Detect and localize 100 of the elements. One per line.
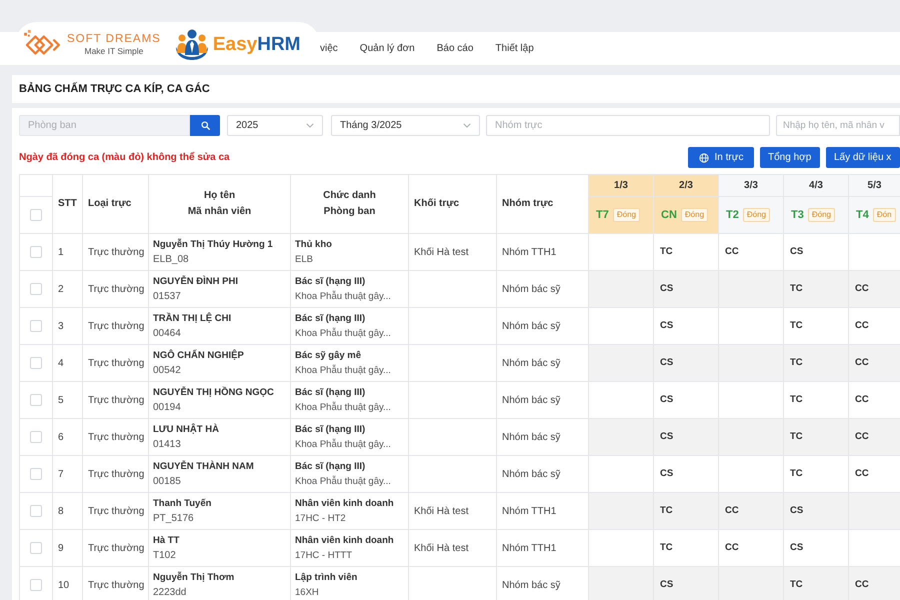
product-logo-text: EasyHRM [212,34,301,56]
shift-cell[interactable]: TC [784,566,848,600]
department-name: Khoa Phẫu thuật gây... [295,364,392,378]
department-field[interactable]: Phòng ban [19,115,190,136]
company-tagline: Make IT Simple [84,46,144,56]
closed-badge: Đóng [808,208,835,222]
shift-cell[interactable]: CC [848,308,900,344]
employee-code: ELB_08 [153,253,190,267]
checkbox[interactable] [30,246,42,258]
action-button[interactable]: Tổng hợp [760,147,820,168]
table-cell: 3 [52,308,82,344]
shift-cell[interactable]: CC [848,566,900,600]
chevron-down-icon [463,123,471,128]
shift-cell[interactable]: TC [654,492,718,530]
duty-group-field[interactable]: Nhóm trực [486,115,770,136]
checkbox[interactable] [30,542,42,554]
employee-name: NGUYỄN ĐÌNH PHI [153,274,239,289]
shift-cell[interactable]: TC [654,234,718,270]
checkbox[interactable] [30,357,42,369]
shift-cell[interactable]: CS [784,234,848,270]
checkbox[interactable] [30,505,42,517]
shift-cell[interactable]: TC [784,382,848,418]
nav-item[interactable]: Thiết lập [495,41,534,56]
nav-item[interactable]: Quản lý đơn [360,41,415,56]
shift-cell[interactable] [718,418,784,456]
date-header: 2/3 [654,174,718,196]
table-cell: Trực thường [82,492,148,530]
shift-cell[interactable] [718,270,784,308]
shift-cell[interactable]: TC [784,308,848,344]
shift-cell[interactable]: TC [784,456,848,492]
shift-cell[interactable]: CS [654,382,718,418]
search-field[interactable]: Nhập họ tên, mã nhân v [776,115,900,136]
employee-code: 00464 [153,327,182,341]
closed-badge: Đóng [612,208,640,222]
nav-item[interactable]: việc [320,41,338,56]
department-name: Khoa Phẫu thuật gây... [295,326,392,341]
employee-code: 01413 [153,438,182,452]
shift-cell[interactable]: CS [784,492,848,530]
checkbox[interactable] [30,579,42,591]
checkbox[interactable] [30,394,42,406]
checkbox[interactable] [30,320,42,332]
search-icon [200,121,210,130]
table-cell: Trực thường [82,456,148,492]
shift-cell[interactable] [718,344,784,382]
weekday-label: T2 [726,208,739,223]
action-button[interactable]: Lấy dữ liệu x [826,147,900,168]
action-button[interactable]: In trực [688,147,754,168]
shift-cell[interactable]: CC [718,234,784,270]
shift-cell[interactable] [588,492,654,530]
table-cell: Trực thường [82,344,148,382]
department-name: 17HC - HTTT [295,549,353,563]
nav-item[interactable]: Báo cáo [436,41,474,56]
checkbox[interactable] [30,431,42,443]
shift-cell[interactable] [588,566,654,600]
shift-cell[interactable]: TC [654,530,718,566]
shift-cell[interactable]: CC [848,418,900,456]
column-header: STT [52,174,82,234]
table-cell: 4 [52,344,82,382]
shift-cell[interactable]: CS [654,344,718,382]
job-title: Bác sĩ (hạng III) [295,460,366,474]
shift-cell[interactable]: TC [784,270,848,308]
shift-cell[interactable]: TC [784,418,848,456]
notice-text: Ngày đã đóng ca (màu đỏ) không thể sửa ca [19,150,230,165]
shift-cell[interactable] [718,566,784,600]
employee-name: LƯU NHẬT HÀ [153,422,220,437]
checkbox[interactable] [30,283,42,295]
checkbox[interactable] [30,209,42,221]
shift-cell[interactable]: CS [654,418,718,456]
shift-cell[interactable]: CC [848,382,900,418]
shift-cell[interactable]: CS [654,566,718,600]
month-select[interactable]: Tháng 3/2025 [331,115,480,136]
job-title: Bác sĩ (hạng III) [295,423,366,437]
column-header: Loại trực [82,174,148,234]
shift-cell[interactable]: TC [784,344,848,382]
shift-cell[interactable] [588,418,654,456]
shift-cell[interactable]: CS [654,456,718,492]
table-cell: Trực thường [82,270,148,308]
shift-cell[interactable]: CS [654,270,718,308]
table-cell: Nhóm bác sỹ [496,308,588,344]
employee-name: Nguyễn Thị Thúy Hường 1 [153,238,274,252]
table-cell: Khối Hà test [408,530,496,566]
shift-cell[interactable] [848,492,900,530]
search-button[interactable] [190,115,220,136]
shift-cell[interactable]: CC [848,456,900,492]
weekday-label: CN [661,208,677,223]
job-title: Bác sỹ gây mê [295,349,362,363]
year-select[interactable]: 2025 [227,115,323,136]
shift-cell[interactable]: CC [718,492,784,530]
job-title: Bác sĩ (hạng III) [295,386,366,400]
shift-cell[interactable]: CC [718,530,784,566]
shift-cell[interactable]: CS [654,308,718,344]
people-logo-icon [174,28,210,60]
shift-cell[interactable]: CC [848,344,900,382]
table-cell: Trực thường [82,308,148,344]
checkbox[interactable] [30,468,42,480]
job-title: Bác sĩ (hạng III) [295,312,366,326]
shift-cell[interactable] [588,270,654,308]
shift-cell[interactable]: CC [848,270,900,308]
shift-cell[interactable] [588,344,654,382]
shift-cell[interactable]: CS [784,530,848,566]
